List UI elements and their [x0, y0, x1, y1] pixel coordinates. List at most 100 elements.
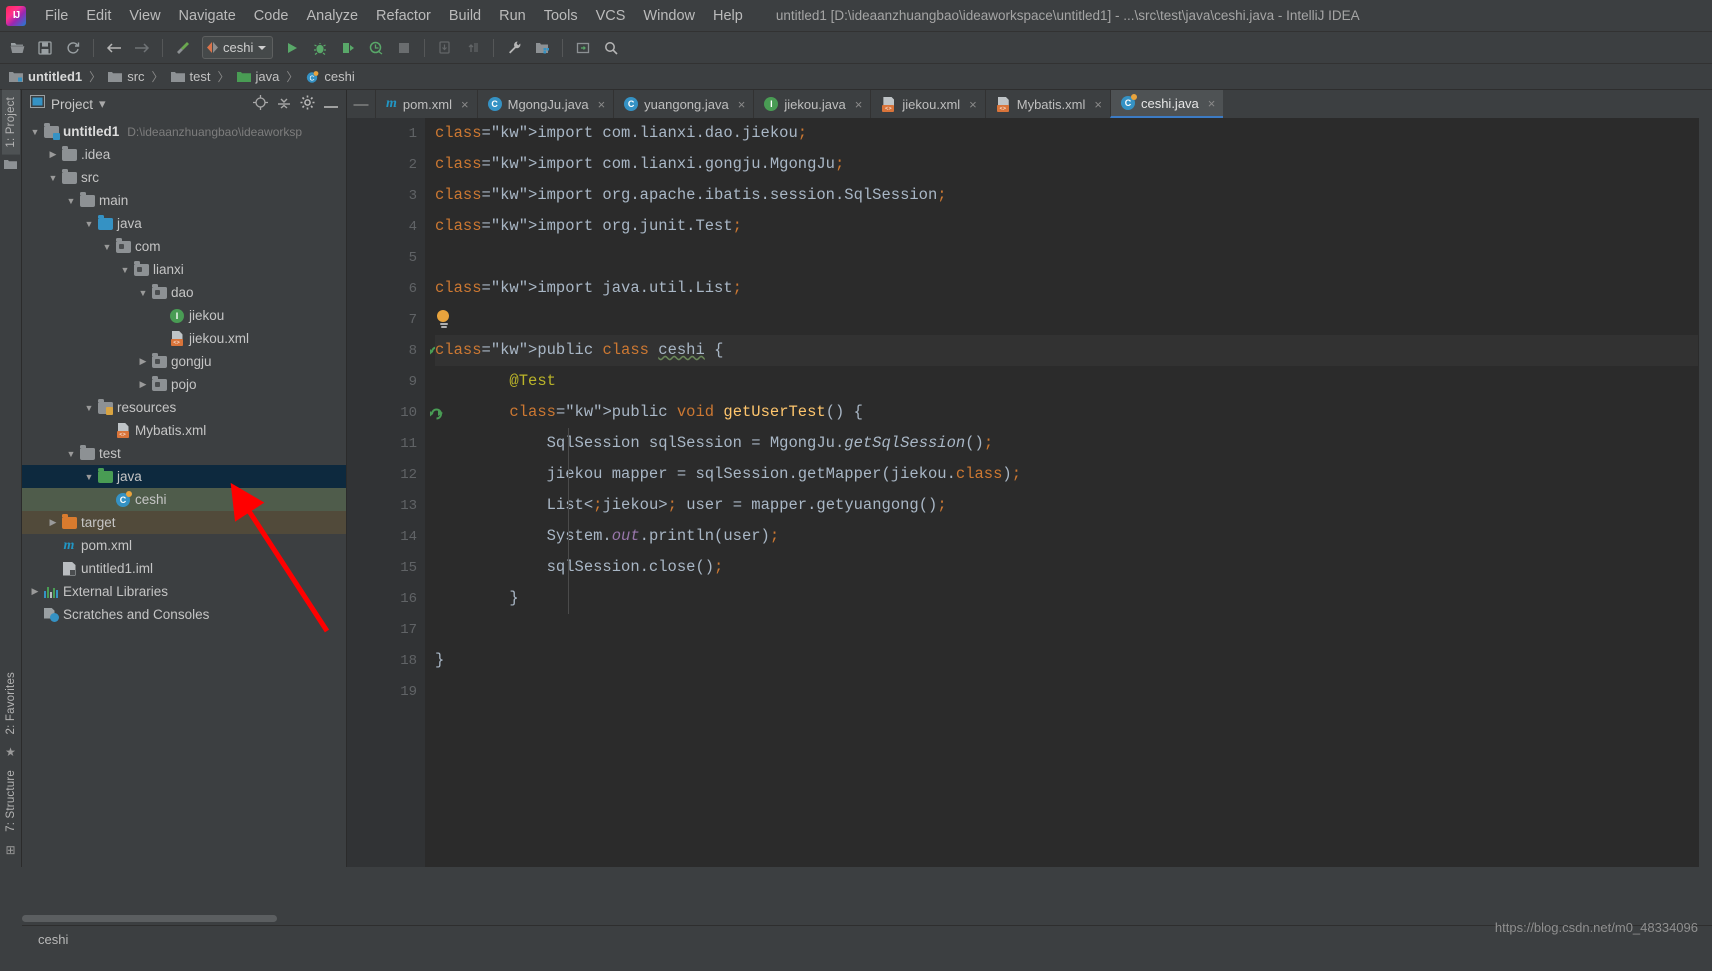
tree-node-jiekou[interactable]: Ijiekou [22, 304, 346, 327]
menu-item-code[interactable]: Code [245, 5, 298, 27]
editor-gutter[interactable]: 1 2 3 4 5 6 7 8 9 10 11 12 13 14 15 16 17 18 19 [347, 118, 443, 867]
chevron-down-icon[interactable]: ▼ [64, 449, 78, 459]
code-line-7[interactable] [435, 304, 1698, 335]
breadcrumb-item-ceshi[interactable]: Cceshi [302, 68, 357, 85]
hide-tabs-icon[interactable]: — [347, 90, 375, 118]
menu-item-analyze[interactable]: Analyze [297, 5, 367, 27]
breadcrumb-item-src[interactable]: src [105, 68, 147, 85]
menu-item-run[interactable]: Run [490, 5, 535, 27]
code-line-18[interactable]: } [435, 645, 1698, 676]
tree-node-target[interactable]: ▶ target [22, 511, 346, 534]
favorites-star-icon[interactable]: ★ [5, 741, 16, 763]
editor-tab-mgongju-java[interactable]: C MgongJu.java × [476, 90, 614, 118]
editor-tab-jiekou-java[interactable]: Ijiekou.java × [753, 90, 870, 118]
editor-marker-strip[interactable] [1698, 118, 1712, 867]
tree-node-lianxi[interactable]: ▼ lianxi [22, 258, 346, 281]
code-line-1[interactable]: class="kw">import com.lianxi.dao.jiekou; [435, 118, 1698, 149]
code-line-14[interactable]: System.out.println(user); [435, 521, 1698, 552]
close-icon[interactable]: × [738, 97, 746, 112]
chevron-down-icon[interactable]: ▼ [82, 472, 96, 482]
tree-node-external-libraries[interactable]: ▶ External Libraries [22, 580, 346, 603]
code-line-19[interactable] [435, 676, 1698, 707]
tree-node-ceshi[interactable]: Cceshi [22, 488, 346, 511]
tree-node-mybatis-xml[interactable]: <> Mybatis.xml [22, 419, 346, 442]
collapse-all-icon[interactable] [277, 96, 291, 113]
chevron-right-icon[interactable]: ▶ [28, 586, 42, 597]
chevron-down-icon[interactable]: ▼ [82, 219, 96, 229]
profile-icon[interactable] [363, 35, 389, 61]
tree-node-java[interactable]: ▼ java [22, 465, 346, 488]
open-project-icon[interactable] [4, 35, 30, 61]
menu-item-vcs[interactable]: VCS [587, 5, 635, 27]
code-line-6[interactable]: class="kw">import java.util.List; [435, 273, 1698, 304]
code-line-9[interactable]: @Test [435, 366, 1698, 397]
tree-node-com[interactable]: ▼ com [22, 235, 346, 258]
close-icon[interactable]: × [969, 97, 977, 112]
code-line-17[interactable] [435, 614, 1698, 645]
chevron-down-icon[interactable]: ▾ [99, 96, 106, 112]
chevron-down-icon[interactable]: ▼ [28, 127, 42, 137]
code-line-8[interactable]: class="kw">public class ceshi { [435, 335, 1698, 366]
editor-tab-yuangong-java[interactable]: Cyuangong.java × [613, 90, 753, 118]
editor-tab-ceshi-java[interactable]: Cceshi.java × [1109, 90, 1224, 118]
code-line-11[interactable]: SqlSession sqlSession = MgongJu.getSqlSe… [435, 428, 1698, 459]
menu-item-window[interactable]: Window [634, 5, 704, 27]
build-hammer-icon[interactable] [170, 35, 196, 61]
tree-node-gongju[interactable]: ▶ gongju [22, 350, 346, 373]
close-icon[interactable]: × [461, 97, 469, 112]
tool-window-button-favorites[interactable]: 2: Favorites [2, 665, 20, 741]
tree-node-scratches-and-consoles[interactable]: Scratches and Consoles [22, 603, 346, 626]
tree-node-resources[interactable]: ▼ resources [22, 396, 346, 419]
sync-refresh-icon[interactable] [60, 35, 86, 61]
chevron-down-icon[interactable]: ▼ [100, 242, 114, 252]
chevron-right-icon[interactable]: ▶ [136, 379, 150, 390]
code-line-13[interactable]: List<;jiekou>; user = mapper.getyuangong… [435, 490, 1698, 521]
close-icon[interactable]: × [598, 97, 606, 112]
settings-gear-icon[interactable] [300, 95, 315, 113]
menu-item-tools[interactable]: Tools [535, 5, 587, 27]
select-in-icon[interactable] [570, 35, 596, 61]
tree-node-main[interactable]: ▼ main [22, 189, 346, 212]
settings-wrench-icon[interactable] [501, 35, 527, 61]
code-line-3[interactable]: class="kw">import org.apache.ibatis.sess… [435, 180, 1698, 211]
menu-item-help[interactable]: Help [704, 5, 752, 27]
forward-icon[interactable] [129, 35, 155, 61]
breadcrumb-item-untitled1[interactable]: untitled1 [6, 68, 85, 85]
editor-tab-mybatis-xml[interactable]: <> Mybatis.xml × [984, 90, 1110, 118]
tree-node--idea[interactable]: ▶ .idea [22, 143, 346, 166]
structure-icon[interactable]: ⊞ [5, 839, 15, 861]
tool-window-button-project[interactable]: 1: Project [1, 90, 20, 155]
chevron-right-icon[interactable]: ▶ [46, 149, 60, 160]
intention-bulb-icon[interactable] [437, 310, 450, 328]
tree-node-pom-xml[interactable]: m pom.xml [22, 534, 346, 557]
save-all-icon[interactable] [32, 35, 58, 61]
menu-item-refactor[interactable]: Refactor [367, 5, 440, 27]
project-horizontal-scrollbar[interactable] [0, 911, 325, 925]
tree-node-test[interactable]: ▼ test [22, 442, 346, 465]
tree-node-dao[interactable]: ▼ dao [22, 281, 346, 304]
menu-item-view[interactable]: View [120, 5, 169, 27]
chevron-right-icon[interactable]: ▶ [136, 356, 150, 367]
debug-icon[interactable] [307, 35, 333, 61]
menu-item-edit[interactable]: Edit [77, 5, 120, 27]
menu-item-navigate[interactable]: Navigate [170, 5, 245, 27]
scrollbar-thumb[interactable] [22, 915, 277, 922]
run-icon[interactable] [279, 35, 305, 61]
run-with-coverage-icon[interactable] [335, 35, 361, 61]
code-line-15[interactable]: sqlSession.close(); [435, 552, 1698, 583]
chevron-down-icon[interactable]: ▼ [136, 288, 150, 298]
breadcrumb-item-test[interactable]: test [168, 68, 214, 85]
tree-node-jiekou-xml[interactable]: <> jiekou.xml [22, 327, 346, 350]
project-strip-folder-icon[interactable] [4, 155, 17, 177]
tree-node-src[interactable]: ▼ src [22, 166, 346, 189]
menu-item-file[interactable]: File [36, 5, 77, 27]
breadcrumb-item-java[interactable]: java [234, 68, 283, 85]
tree-node-java[interactable]: ▼ java [22, 212, 346, 235]
close-icon[interactable]: × [1208, 96, 1216, 111]
search-everywhere-icon[interactable] [598, 35, 624, 61]
code-line-16[interactable]: } [435, 583, 1698, 614]
code-line-5[interactable] [435, 242, 1698, 273]
chevron-down-icon[interactable]: ▼ [64, 196, 78, 206]
tree-node-untitled1[interactable]: ▼ untitled1 D:\ideaanzhuangbao\ideaworksp [22, 120, 346, 143]
code-line-4[interactable]: class="kw">import org.junit.Test; [435, 211, 1698, 242]
